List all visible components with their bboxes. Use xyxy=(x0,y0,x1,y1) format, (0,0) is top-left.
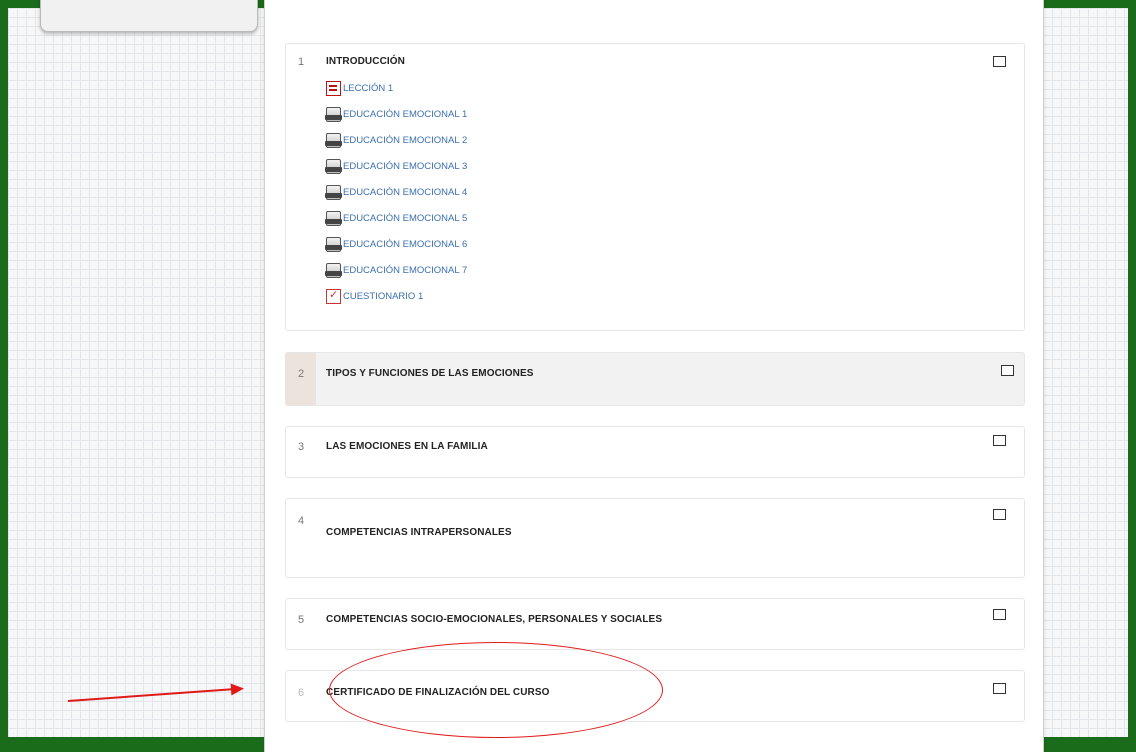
lesson-icon xyxy=(326,80,341,96)
activity-label[interactable]: EDUCACIÓN EMOCIONAL 5 xyxy=(343,213,467,224)
section-title: LAS EMOCIONES EN LA FAMILIA xyxy=(326,441,488,452)
section-2: 2 TIPOS Y FUNCIONES DE LAS EMOCIONES xyxy=(285,352,1025,406)
section-1: 1 INTRODUCCIÓN LECCIÓN 1 EDUCACIÓN EMOCI… xyxy=(285,43,1025,331)
sidebar-block[interactable] xyxy=(40,0,258,32)
activity-lesson-1[interactable]: LECCIÓN 1 xyxy=(326,78,393,98)
document-icon xyxy=(325,106,342,122)
section-number: 4 xyxy=(298,515,305,527)
section-3: 3 LAS EMOCIONES EN LA FAMILIA xyxy=(285,426,1025,478)
completion-checkbox[interactable] xyxy=(993,435,1006,446)
activity-label[interactable]: EDUCACIÓN EMOCIONAL 1 xyxy=(343,109,467,120)
activity-label[interactable]: EDUCACIÓN EMOCIONAL 3 xyxy=(343,161,467,172)
activity-resource-3[interactable]: EDUCACIÓN EMOCIONAL 3 xyxy=(325,156,467,176)
completion-checkbox[interactable] xyxy=(993,56,1006,67)
activity-label[interactable]: EDUCACIÓN EMOCIONAL 2 xyxy=(343,135,467,146)
document-icon xyxy=(325,184,342,200)
arrow-head-icon xyxy=(230,682,245,696)
section-title: INTRODUCCIÓN xyxy=(326,56,405,67)
section-title: TIPOS Y FUNCIONES DE LAS EMOCIONES xyxy=(326,368,534,379)
completion-checkbox[interactable] xyxy=(993,683,1006,694)
section-4: 4 COMPETENCIAS INTRAPERSONALES xyxy=(285,498,1025,578)
completion-checkbox[interactable] xyxy=(993,509,1006,520)
document-icon xyxy=(325,158,342,174)
document-icon xyxy=(325,262,342,278)
section-title: COMPETENCIAS SOCIO-EMOCIONALES, PERSONAL… xyxy=(326,614,663,625)
document-icon xyxy=(325,236,342,252)
section-number: 2 xyxy=(298,368,305,380)
activity-resource-1[interactable]: EDUCACIÓN EMOCIONAL 1 xyxy=(325,104,467,124)
section-5: 5 COMPETENCIAS SOCIO-EMOCIONALES, PERSON… xyxy=(285,598,1025,650)
annotation-ellipse xyxy=(329,642,663,738)
completion-checkbox[interactable] xyxy=(993,609,1006,620)
activity-label[interactable]: EDUCACIÓN EMOCIONAL 6 xyxy=(343,239,467,250)
activity-label[interactable]: EDUCACIÓN EMOCIONAL 4 xyxy=(343,187,467,198)
section-number: 1 xyxy=(298,56,305,68)
activity-resource-5[interactable]: EDUCACIÓN EMOCIONAL 5 xyxy=(325,208,467,228)
activity-label[interactable]: EDUCACIÓN EMOCIONAL 7 xyxy=(343,265,467,276)
activity-resource-4[interactable]: EDUCACIÓN EMOCIONAL 4 xyxy=(325,182,467,202)
document-icon xyxy=(325,210,342,226)
activity-resource-7[interactable]: EDUCACIÓN EMOCIONAL 7 xyxy=(325,260,467,280)
section-number: 3 xyxy=(298,441,305,453)
section-number: 6 xyxy=(298,687,305,699)
document-icon xyxy=(325,132,342,148)
activity-quiz-1[interactable]: CUESTIONARIO 1 xyxy=(326,286,423,306)
completion-checkbox[interactable] xyxy=(1001,365,1014,376)
activity-label[interactable]: CUESTIONARIO 1 xyxy=(343,291,423,302)
section-title: COMPETENCIAS INTRAPERSONALES xyxy=(326,527,512,538)
section-number: 5 xyxy=(298,614,305,626)
activity-resource-2[interactable]: EDUCACIÓN EMOCIONAL 2 xyxy=(325,130,467,150)
quiz-icon xyxy=(326,288,341,304)
activity-label[interactable]: LECCIÓN 1 xyxy=(343,83,393,94)
activity-resource-6[interactable]: EDUCACIÓN EMOCIONAL 6 xyxy=(325,234,467,254)
